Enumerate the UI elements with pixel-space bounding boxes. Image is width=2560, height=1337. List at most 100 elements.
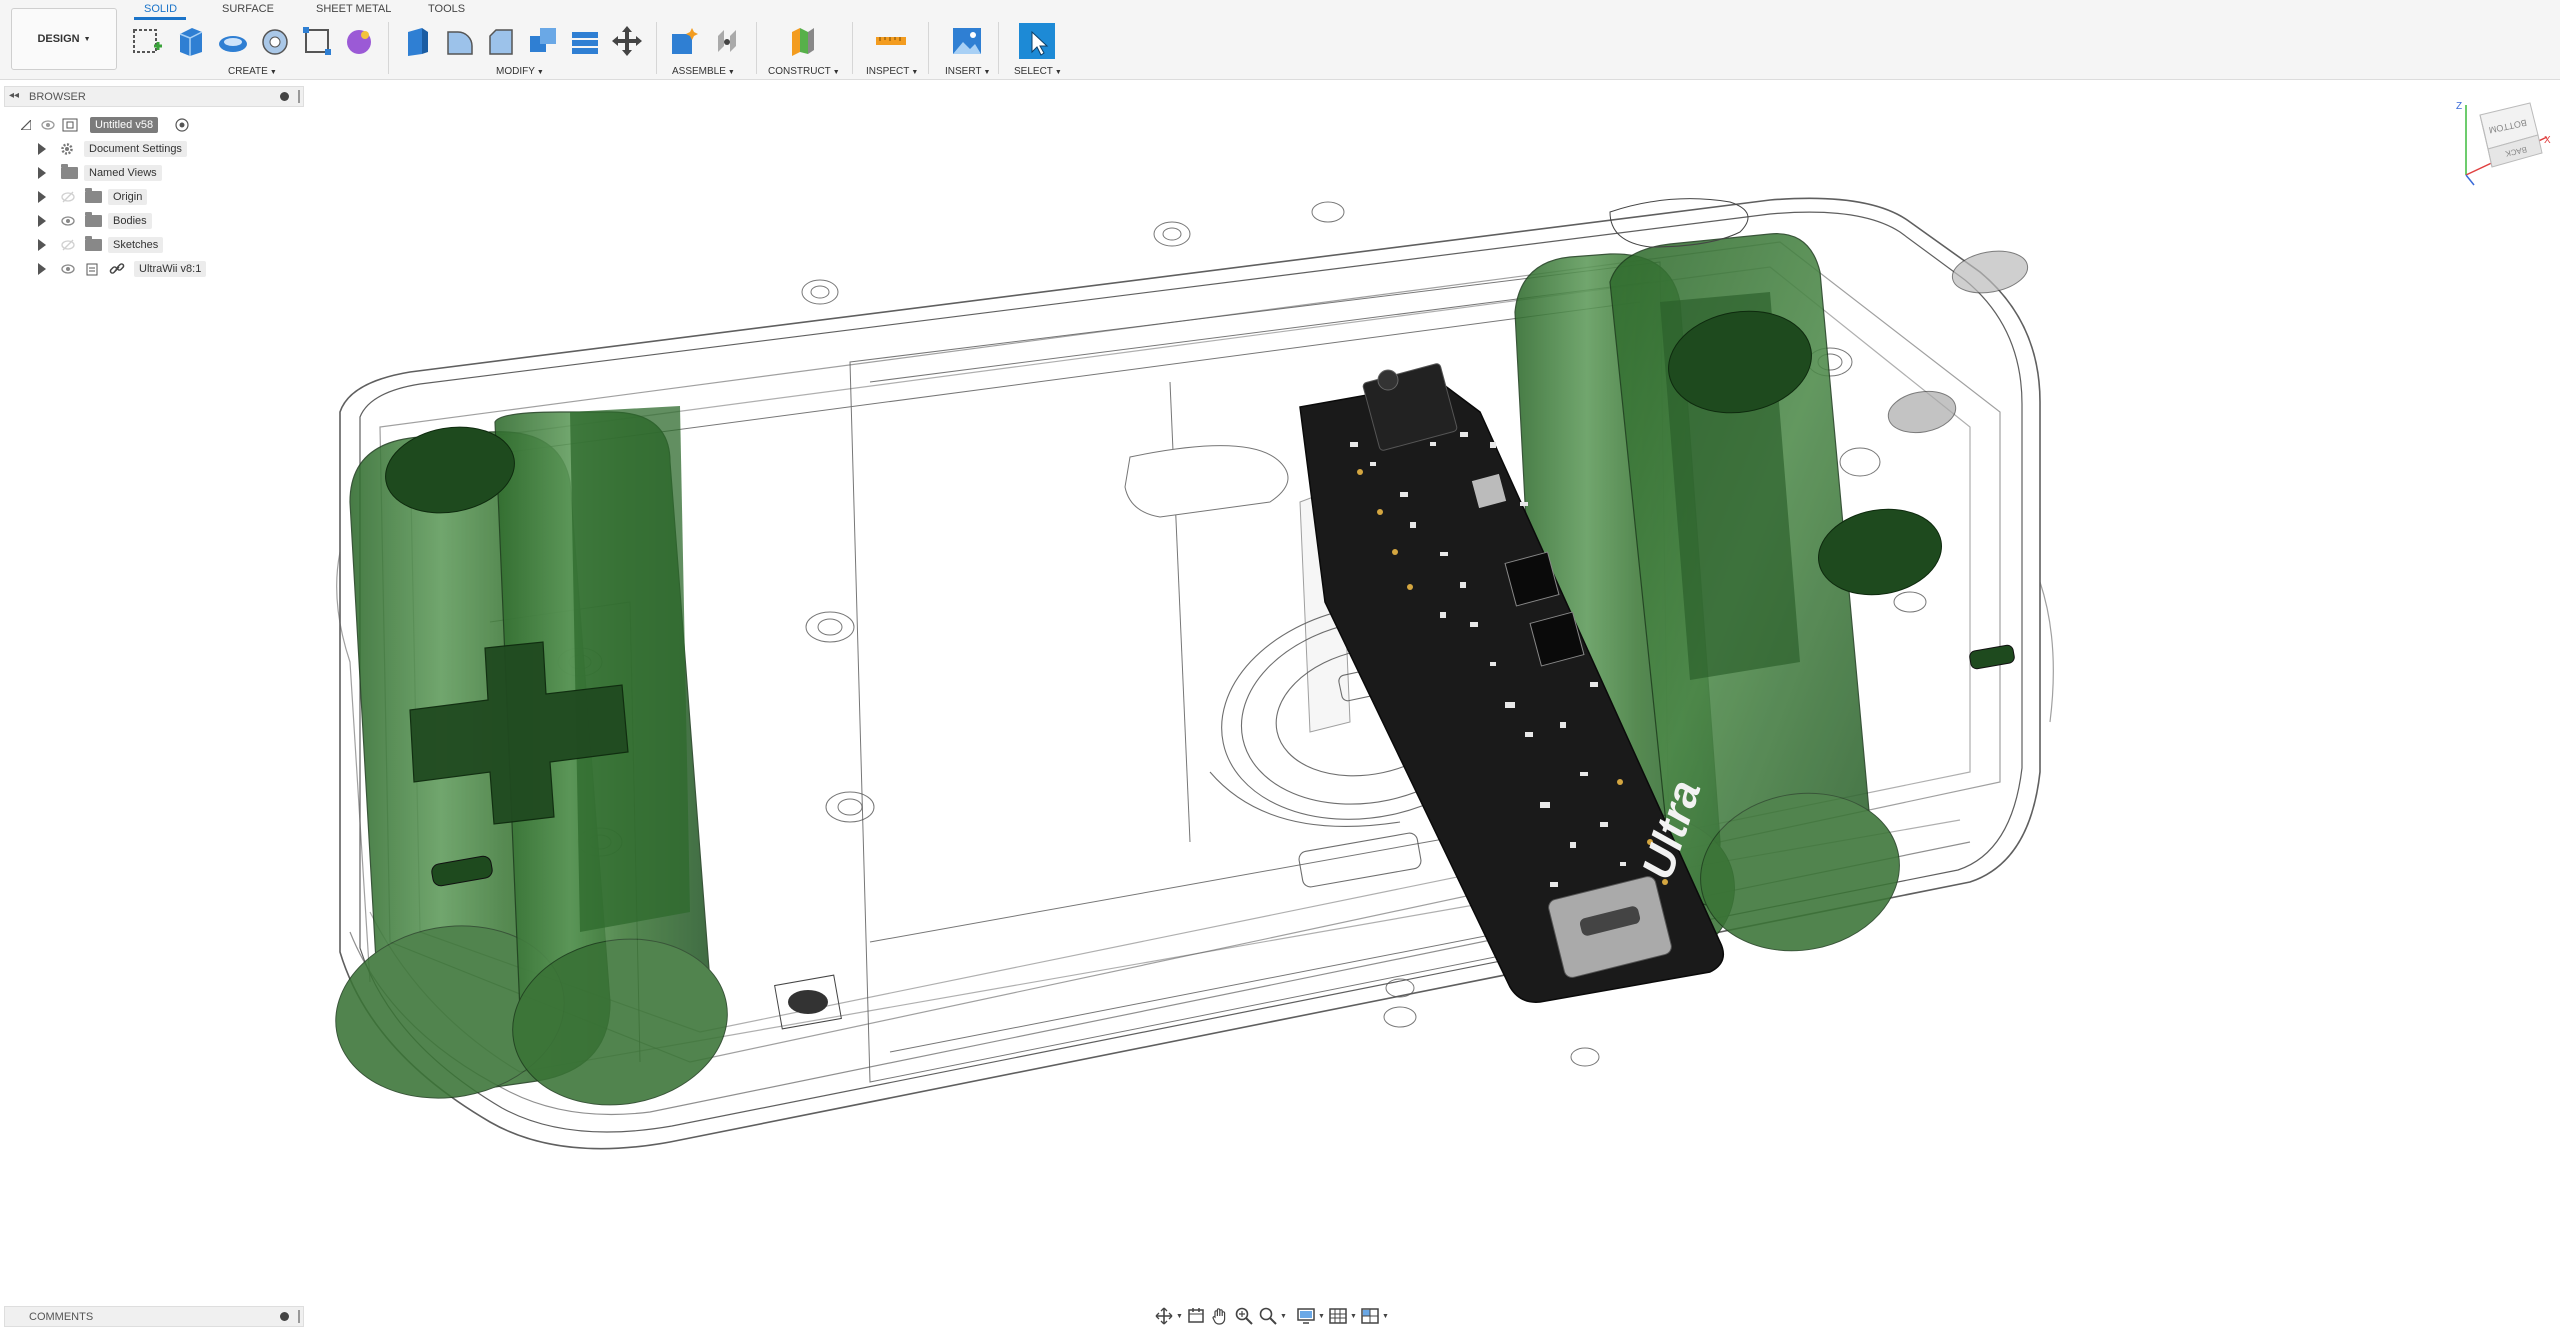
- tree-row-named-views[interactable]: Named Views: [0, 163, 300, 183]
- expand-arrow-icon[interactable]: [38, 263, 46, 275]
- tree-row-origin[interactable]: Origin: [0, 187, 300, 207]
- navigation-bar: ▼ ▼ ▼ ▼ ▼: [1148, 1303, 1402, 1329]
- folder-icon: [85, 188, 102, 203]
- activate-radio-icon[interactable]: [175, 118, 189, 132]
- tree-item-label: UltraWii v8:1: [134, 261, 207, 277]
- expanded-arrow-icon[interactable]: [21, 120, 31, 130]
- pan-hand-icon[interactable]: [1210, 1306, 1230, 1326]
- model-canvas[interactable]: Ultra: [310, 82, 2560, 1297]
- grid-snaps-icon[interactable]: [1328, 1306, 1348, 1326]
- select-menu[interactable]: SELECT ▼: [1014, 66, 1062, 77]
- joint-icon[interactable]: [708, 22, 746, 60]
- workspace-switcher[interactable]: DESIGN ▼: [11, 8, 117, 70]
- orbit-icon[interactable]: [1154, 1306, 1174, 1326]
- press-pull-icon[interactable]: [398, 22, 436, 60]
- battery-left-shadow: [570, 406, 690, 932]
- browser-panel-header[interactable]: ◂◂ BROWSER: [4, 86, 304, 107]
- tree-row-root[interactable]: Untitled v58: [0, 115, 300, 135]
- chevron-down-icon[interactable]: ▼: [1350, 1313, 1357, 1320]
- shell-icon[interactable]: [566, 22, 604, 60]
- combine-icon[interactable]: [524, 22, 562, 60]
- pin-icon[interactable]: [280, 92, 289, 101]
- revolve-icon[interactable]: [214, 22, 252, 60]
- chamfer-icon[interactable]: [482, 22, 520, 60]
- document-component-icon: [62, 118, 78, 132]
- tree-item-label: Bodies: [108, 213, 152, 229]
- hidden-eye-icon[interactable]: [61, 239, 75, 251]
- tree-item-label: Named Views: [84, 165, 162, 181]
- bottom-port: [788, 990, 828, 1014]
- visibility-eye-icon[interactable]: [61, 263, 75, 275]
- browser-title: BROWSER: [29, 91, 86, 103]
- toolbar-divider: [928, 22, 929, 74]
- visibility-eye-icon[interactable]: [61, 215, 75, 227]
- tree-item-label: Document Settings: [84, 141, 187, 157]
- create-sketch-icon[interactable]: [128, 22, 166, 60]
- add-comment-icon[interactable]: [280, 1312, 289, 1321]
- viewports-icon[interactable]: [1360, 1306, 1380, 1326]
- expand-arrow-icon[interactable]: [38, 143, 46, 155]
- look-at-icon[interactable]: [1186, 1306, 1206, 1326]
- tree-row-bodies[interactable]: Bodies: [0, 211, 300, 231]
- zoom-window-icon[interactable]: [1258, 1306, 1278, 1326]
- tree-row-ultrawii[interactable]: UltraWii v8:1: [0, 259, 300, 279]
- root-document-label[interactable]: Untitled v58: [90, 117, 159, 133]
- tab-sheet-metal[interactable]: SHEET METAL: [316, 3, 391, 15]
- fillet-icon[interactable]: [440, 22, 478, 60]
- link-icon: [109, 263, 125, 274]
- inspect-menu[interactable]: INSPECT ▼: [866, 66, 918, 77]
- workspace-label: DESIGN: [37, 33, 80, 45]
- folder-icon: [85, 212, 102, 227]
- tab-solid[interactable]: SOLID: [144, 3, 177, 15]
- toolbar-divider: [388, 22, 389, 74]
- modify-menu[interactable]: MODIFY ▼: [496, 66, 544, 77]
- new-component-icon[interactable]: [664, 22, 702, 60]
- zoom-icon[interactable]: [1234, 1306, 1254, 1326]
- select-icon[interactable]: [1018, 22, 1056, 60]
- chevron-down-icon[interactable]: ▼: [1176, 1313, 1183, 1320]
- move-copy-icon[interactable]: [608, 22, 646, 60]
- comments-title: COMMENTS: [29, 1311, 94, 1323]
- model-viewport[interactable]: Ultra: [310, 82, 2560, 1297]
- chevron-down-icon[interactable]: ▼: [1280, 1313, 1287, 1320]
- measure-icon[interactable]: [872, 22, 910, 60]
- insert-image-icon[interactable]: [948, 22, 986, 60]
- expand-arrow-icon[interactable]: [38, 167, 46, 179]
- create-menu[interactable]: CREATE ▼: [228, 66, 277, 77]
- pattern-icon[interactable]: [298, 22, 336, 60]
- toolbar-divider: [756, 22, 757, 74]
- comments-panel-header[interactable]: COMMENTS: [4, 1306, 304, 1327]
- tree-row-sketches[interactable]: Sketches: [0, 235, 300, 255]
- extrude-icon[interactable]: [172, 22, 210, 60]
- toolbar: DESIGN ▼ SOLID SURFACE SHEET METAL TOOLS…: [0, 0, 2560, 80]
- tab-surface[interactable]: SURFACE: [222, 3, 274, 15]
- button-hole-c: [1951, 250, 2029, 294]
- sweep-icon[interactable]: [256, 22, 294, 60]
- tab-tools[interactable]: TOOLS: [428, 3, 465, 15]
- insert-menu[interactable]: INSERT ▼: [945, 66, 990, 77]
- switch-hole-right: [1969, 644, 2015, 670]
- panel-resize-handle[interactable]: [298, 90, 300, 103]
- button-hole-d: [1887, 390, 1957, 434]
- toolbar-divider: [656, 22, 657, 74]
- expand-arrow-icon[interactable]: [38, 215, 46, 227]
- gear-icon: [61, 143, 73, 155]
- display-settings-icon[interactable]: [1296, 1306, 1316, 1326]
- panel-resize-handle[interactable]: [298, 1310, 300, 1323]
- folder-icon: [61, 164, 78, 179]
- collapse-panel-icon[interactable]: ◂◂: [9, 90, 19, 101]
- offset-plane-icon[interactable]: [784, 22, 822, 60]
- chevron-down-icon[interactable]: ▼: [1382, 1313, 1389, 1320]
- assemble-menu[interactable]: ASSEMBLE ▼: [672, 66, 735, 77]
- tree-row-document-settings[interactable]: Document Settings: [0, 139, 300, 159]
- hidden-eye-icon[interactable]: [61, 191, 75, 203]
- form-icon[interactable]: [340, 22, 378, 60]
- chevron-down-icon[interactable]: ▼: [1318, 1313, 1325, 1320]
- expand-arrow-icon[interactable]: [38, 191, 46, 203]
- tree-item-label: Sketches: [108, 237, 164, 253]
- tree-item-label: Origin: [108, 189, 148, 205]
- visibility-eye-icon[interactable]: [41, 119, 55, 131]
- toolbar-divider: [852, 22, 853, 74]
- expand-arrow-icon[interactable]: [38, 239, 46, 251]
- construct-menu[interactable]: CONSTRUCT ▼: [768, 66, 840, 77]
